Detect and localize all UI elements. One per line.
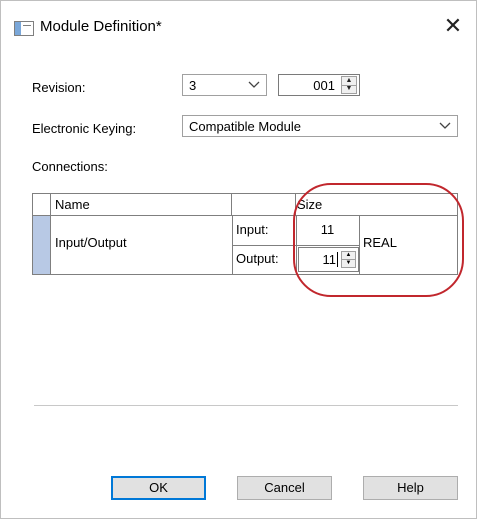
input-size-value[interactable]: 11 (296, 217, 359, 245)
revision-major-value: 3 (189, 78, 197, 93)
connections-label: Connections: (32, 159, 108, 174)
revision-label: Revision: (32, 80, 86, 95)
spin-arrows-icon[interactable]: ▲ ▼ (341, 251, 356, 268)
dialog-title: Module Definition* (40, 18, 162, 35)
electronic-keying-label: Electronic Keying: (32, 121, 137, 136)
column-header-type (232, 194, 296, 216)
chevron-down-icon (246, 76, 262, 94)
row-header-corner (33, 194, 51, 216)
ok-button[interactable]: OK (111, 476, 206, 500)
close-icon[interactable]: ✕ (440, 13, 466, 39)
title-bar: Module Definition* ✕ (1, 1, 476, 45)
connection-name: Input/Output (55, 235, 127, 250)
separator-line (34, 405, 458, 406)
output-size-spinner[interactable]: 11 ▲ ▼ (298, 247, 359, 272)
revision-major-select[interactable]: 3 (182, 74, 267, 96)
column-header-size: Size (296, 194, 457, 216)
revision-minor-value: 001 (313, 78, 335, 93)
module-definition-dialog: Module Definition* ✕ Revision: 3 001 ▲ ▼… (0, 0, 477, 519)
text-caret (337, 252, 338, 267)
cancel-button[interactable]: Cancel (237, 476, 332, 500)
output-size-value: 11 (322, 252, 337, 267)
spin-arrows-icon[interactable]: ▲ ▼ (341, 76, 357, 94)
help-button[interactable]: Help (363, 476, 458, 500)
row-selector[interactable] (33, 216, 51, 274)
electronic-keying-value: Compatible Module (189, 119, 302, 134)
chevron-down-icon (437, 117, 453, 135)
column-header-name: Name (51, 194, 232, 216)
module-window-icon (14, 21, 34, 36)
input-label: Input: (236, 222, 269, 237)
output-label: Output: (236, 251, 279, 266)
revision-minor-spinner[interactable]: 001 ▲ ▼ (278, 74, 360, 96)
electronic-keying-select[interactable]: Compatible Module (182, 115, 458, 137)
data-type-value: REAL (363, 235, 397, 250)
connections-table: Name Size Input/Output Input: Output: 11… (32, 193, 458, 275)
